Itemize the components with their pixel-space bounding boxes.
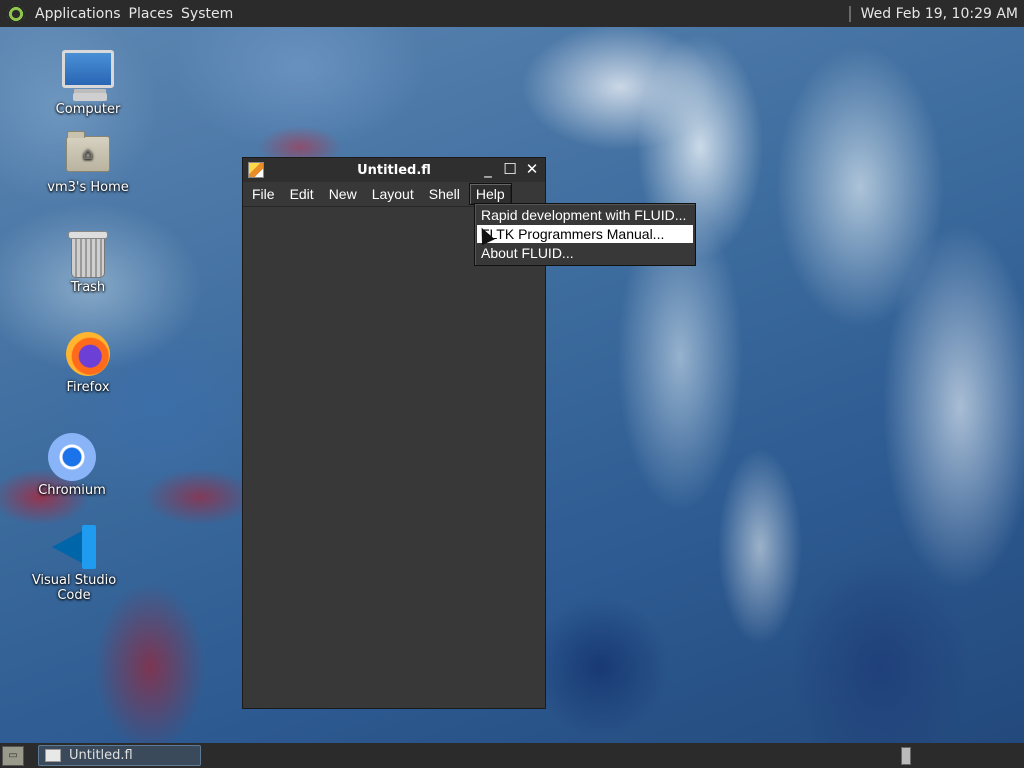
clock-area[interactable]: Wed Feb 19, 10:29 AM	[848, 0, 1018, 27]
menu-layout[interactable]: Layout	[366, 184, 420, 204]
window-titlebar[interactable]: Untitled.fl _ ☐ ✕	[243, 158, 545, 182]
computer-icon	[62, 50, 114, 101]
menu-places[interactable]: Places	[125, 6, 178, 22]
chromium-icon	[48, 433, 96, 481]
menu-item-rapid-development[interactable]: Rapid development with FLUID...	[477, 206, 693, 224]
desktop-icon-label: Chromium	[38, 483, 106, 498]
menu-edit[interactable]: Edit	[284, 184, 320, 204]
clock[interactable]: Wed Feb 19, 10:29 AM	[861, 6, 1018, 22]
menu-file[interactable]: File	[246, 184, 281, 204]
menu-new[interactable]: New	[323, 184, 363, 204]
desktop-icon-firefox[interactable]: Firefox	[28, 332, 148, 395]
widget-browser-area[interactable]	[243, 207, 545, 708]
top-panel: Applications Places System Wed Feb 19, 1…	[0, 0, 1024, 27]
desktop-icon-computer[interactable]: Computer	[28, 50, 148, 117]
desktop-icon-label: Computer	[55, 102, 121, 117]
desktop-icon-home[interactable]: ⌂ vm3's Home	[28, 131, 148, 195]
gnome-foot-icon[interactable]	[7, 4, 25, 23]
desktop-icon-label: Trash	[70, 280, 106, 295]
desktop-icon-vscode[interactable]: Visual Studio Code	[14, 525, 134, 603]
taskbar-item-label: Untitled.fl	[69, 748, 133, 763]
panel-separator	[848, 5, 851, 22]
menu-shell[interactable]: Shell	[423, 184, 466, 204]
vscode-icon	[52, 525, 96, 569]
help-dropdown-menu: Rapid development with FLUID... FLTK Pro…	[474, 203, 696, 266]
trash-icon	[68, 231, 108, 278]
firefox-icon	[66, 332, 110, 376]
taskbar-item-untitled[interactable]: Untitled.fl	[38, 745, 201, 766]
menu-item-about-fluid[interactable]: About FLUID...	[477, 244, 693, 262]
desktop-icon-trash[interactable]: Trash	[28, 231, 148, 295]
minimize-button[interactable]: _	[479, 160, 497, 178]
maximize-button[interactable]: ☐	[501, 160, 519, 178]
house-icon: ⌂	[82, 144, 94, 163]
desktop-icon-label: Visual Studio Code	[31, 573, 117, 603]
menu-help[interactable]: Help	[468, 183, 512, 205]
bottom-panel: ▭ Untitled.fl	[0, 743, 1024, 768]
show-desktop-icon[interactable]: ▭	[2, 745, 24, 766]
desktop-icon-label: Firefox	[66, 380, 110, 395]
menu-applications[interactable]: Applications	[31, 6, 125, 22]
desktop-icon-label: vm3's Home	[47, 180, 129, 195]
menu-item-fltk-manual[interactable]: FLTK Programmers Manual...	[477, 225, 693, 243]
menu-system[interactable]: System	[177, 6, 237, 22]
desktop-icon-chromium[interactable]: Chromium	[12, 433, 132, 498]
fluid-app-icon[interactable]	[248, 162, 264, 178]
close-button[interactable]: ✕	[523, 160, 541, 178]
workspace-switcher[interactable]	[901, 747, 911, 765]
home-folder-icon: ⌂	[66, 131, 110, 172]
window-icon	[45, 749, 61, 762]
window-controls: _ ☐ ✕	[479, 160, 541, 178]
